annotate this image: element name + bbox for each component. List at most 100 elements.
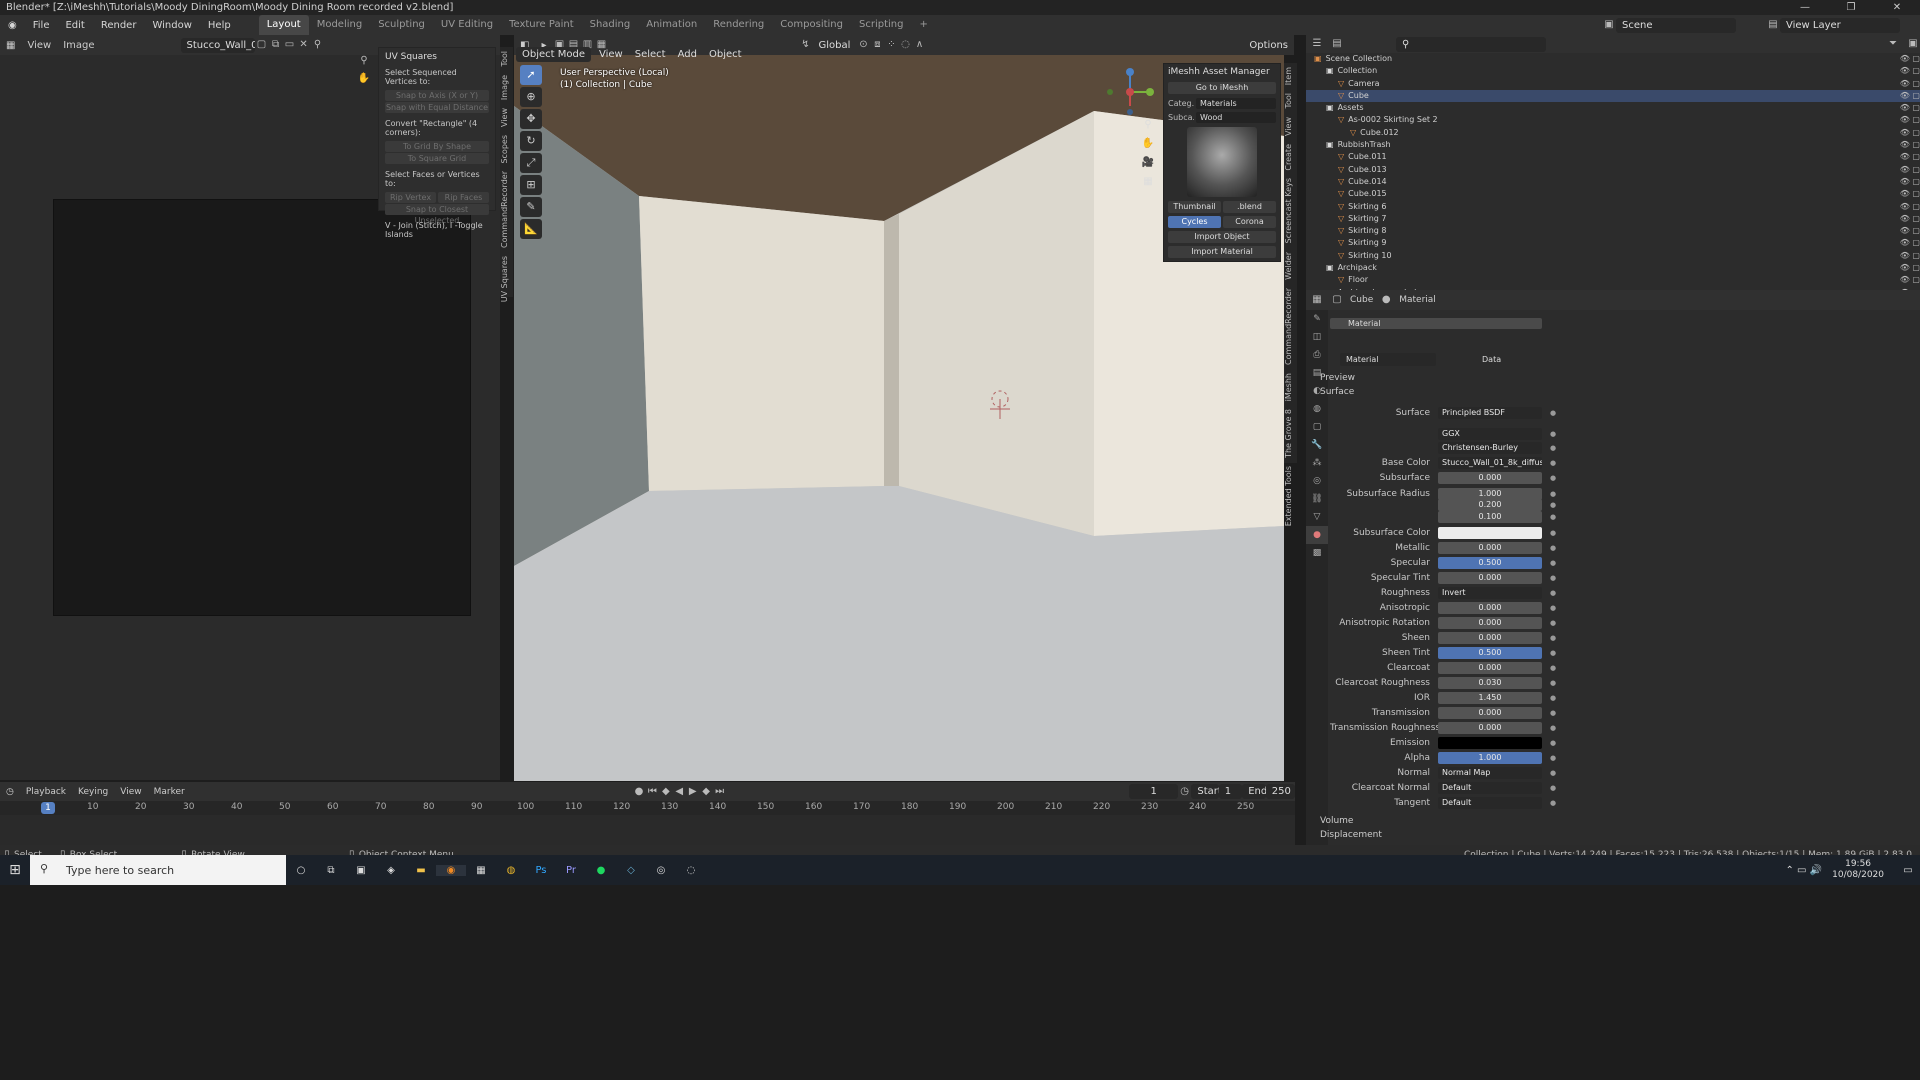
- property-value-field[interactable]: 0.000: [1438, 617, 1542, 629]
- visibility-eye-icon[interactable]: 👁 ▢: [1900, 164, 1920, 176]
- side-tab-imeshh[interactable]: iMeshh: [1284, 369, 1293, 405]
- object-mode-select[interactable]: Object Mode: [516, 47, 591, 62]
- close-icon[interactable]: ✕: [1874, 0, 1920, 15]
- falloff-icon[interactable]: ∧: [912, 38, 926, 52]
- playhead-frame[interactable]: 1: [41, 802, 55, 814]
- task-view-icon[interactable]: ⧉: [316, 865, 346, 876]
- next-key-icon[interactable]: ◆: [699, 785, 712, 799]
- timeline-menu-marker[interactable]: Marker: [148, 787, 191, 797]
- image-menu-view[interactable]: View: [21, 40, 57, 51]
- material-name-field[interactable]: Material: [1340, 353, 1436, 366]
- app-icon-2[interactable]: ◈: [376, 865, 406, 876]
- socket-dot-icon[interactable]: ●: [1548, 646, 1558, 660]
- app-icon-3[interactable]: ◇: [616, 865, 646, 876]
- outliner-row[interactable]: ▣ Collection 👁 ▢: [1306, 65, 1920, 77]
- property-value-field[interactable]: 0.500: [1438, 557, 1542, 569]
- outliner-editor-type-icon[interactable]: ☰: [1310, 37, 1324, 51]
- photoshop-icon[interactable]: Ps: [526, 865, 556, 876]
- navigation-gizmo[interactable]: [1104, 66, 1156, 122]
- modifier-tab-icon[interactable]: 🔧: [1306, 436, 1328, 454]
- side-tab-commandrecorder-vp[interactable]: CommandRecorder: [1284, 284, 1293, 369]
- outliner-row[interactable]: ▽ Floor 👁 ▢: [1306, 274, 1920, 286]
- material-tab-icon[interactable]: ●: [1306, 526, 1328, 544]
- outliner-row[interactable]: ▣ Assets 👁 ▢: [1306, 102, 1920, 114]
- property-value-field[interactable]: 0.000: [1438, 602, 1542, 614]
- visibility-eye-icon[interactable]: 👁 ▢: [1900, 139, 1920, 151]
- preview-range-icon[interactable]: ◷: [1178, 785, 1191, 799]
- premiere-icon[interactable]: Pr: [556, 865, 586, 876]
- current-frame-field[interactable]: 1: [1129, 784, 1178, 799]
- property-value-field[interactable]: 0.500: [1438, 647, 1542, 659]
- tab-corona[interactable]: Corona: [1223, 216, 1276, 228]
- start-frame-field[interactable]: 1: [1218, 784, 1243, 799]
- socket-dot-icon[interactable]: ●: [1548, 781, 1558, 795]
- tab-cycles[interactable]: Cycles: [1168, 216, 1221, 228]
- import-object-button[interactable]: Import Object: [1168, 231, 1276, 243]
- viewport-menu-view[interactable]: View: [595, 49, 627, 60]
- menu-edit[interactable]: Edit: [57, 20, 92, 31]
- workspace-tab-uv-editing[interactable]: UV Editing: [433, 15, 501, 35]
- zoom-view-icon[interactable]: ⚲: [1140, 117, 1156, 133]
- output-tab-icon[interactable]: ⎙: [1306, 346, 1328, 364]
- property-value-field[interactable]: 0.000: [1438, 722, 1542, 734]
- visibility-eye-icon[interactable]: 👁 ▢: [1900, 90, 1920, 102]
- workspace-tab-animation[interactable]: Animation: [638, 15, 705, 35]
- windows-start-icon[interactable]: ⊞: [0, 862, 30, 878]
- particles-tab-icon[interactable]: ⁂: [1306, 454, 1328, 472]
- outliner-row[interactable]: ▽ Camera 👁 ▢: [1306, 78, 1920, 90]
- import-material-button[interactable]: Import Material: [1168, 246, 1276, 258]
- data-tab-icon[interactable]: ▽: [1306, 508, 1328, 526]
- app-icon-5[interactable]: ◌: [676, 865, 706, 876]
- side-tab-commandrecorder[interactable]: CommandRecorder: [500, 167, 509, 252]
- visibility-eye-icon[interactable]: 👁 ▢: [1900, 201, 1920, 213]
- visibility-eye-icon[interactable]: 👁 ▢: [1900, 78, 1920, 90]
- outliner-row[interactable]: ▣ Scene Collection 👁 ▢: [1306, 53, 1920, 65]
- thumbnail-button[interactable]: Thumbnail: [1168, 201, 1221, 213]
- property-value-field[interactable]: 0.000: [1438, 472, 1542, 484]
- new-collection-icon[interactable]: ▣: [1906, 37, 1920, 51]
- proportional-edit-icon[interactable]: ◌: [898, 38, 912, 52]
- outliner-row[interactable]: ▽ Cube.011 👁 ▢: [1306, 151, 1920, 163]
- outliner-row[interactable]: ▽ Skirting 6 👁 ▢: [1306, 201, 1920, 213]
- properties-editor-type-icon[interactable]: ▦: [1310, 293, 1324, 307]
- socket-dot-icon[interactable]: ●: [1548, 510, 1558, 524]
- socket-dot-icon[interactable]: ●: [1548, 427, 1558, 441]
- property-value-field[interactable]: Principled BSDF: [1438, 407, 1542, 419]
- constraints-tab-icon[interactable]: ⛓: [1306, 490, 1328, 508]
- property-value-field[interactable]: 0.000: [1438, 662, 1542, 674]
- socket-dot-icon[interactable]: ●: [1548, 751, 1558, 765]
- workspace-tab-rendering[interactable]: Rendering: [705, 15, 772, 35]
- side-tab-extended-tools[interactable]: Extended Tools: [1284, 462, 1293, 530]
- preview-panel-header[interactable]: Preview: [1320, 373, 1355, 383]
- visibility-eye-icon[interactable]: 👁 ▢: [1900, 65, 1920, 77]
- socket-dot-icon[interactable]: ●: [1548, 676, 1558, 690]
- visibility-eye-icon[interactable]: 👁 ▢: [1900, 151, 1920, 163]
- app-icon-4[interactable]: ◎: [646, 865, 676, 876]
- socket-dot-icon[interactable]: ●: [1548, 721, 1558, 735]
- snap-closest-unselected-button[interactable]: Snap to Closest Unselected: [385, 204, 489, 225]
- go-to-imeshh-button[interactable]: Go to iMeshh: [1168, 82, 1276, 94]
- workspace-tab-sculpting[interactable]: Sculpting: [370, 15, 433, 35]
- property-value-field[interactable]: Default: [1438, 797, 1542, 809]
- outliner-row[interactable]: ▣ RubbishTrash 👁 ▢: [1306, 139, 1920, 151]
- side-tab-uv-squares[interactable]: UV Squares: [500, 252, 509, 306]
- outliner-search-input[interactable]: ⚲: [1396, 36, 1546, 52]
- timeline-menu-view[interactable]: View: [114, 787, 147, 797]
- move-tool-icon[interactable]: ✥: [520, 109, 542, 129]
- outliner-row[interactable]: ▽ Cube.015 👁 ▢: [1306, 188, 1920, 200]
- visibility-eye-icon[interactable]: 👁 ▢: [1900, 262, 1920, 274]
- side-tab-screencast[interactable]: Screencast Keys: [1284, 174, 1293, 247]
- workspace-tab-layout[interactable]: Layout: [258, 15, 309, 35]
- socket-dot-icon[interactable]: ●: [1548, 541, 1558, 555]
- visibility-eye-icon[interactable]: 👁 ▢: [1900, 188, 1920, 200]
- end-frame-field[interactable]: 250: [1265, 784, 1296, 799]
- menu-file[interactable]: File: [25, 20, 58, 31]
- property-value-field[interactable]: 0.000: [1438, 572, 1542, 584]
- image-open-icon[interactable]: ▭: [283, 38, 297, 52]
- side-tab-scopes[interactable]: Scopes: [500, 131, 509, 168]
- play-reverse-icon[interactable]: ◀: [673, 785, 686, 799]
- socket-dot-icon[interactable]: ●: [1548, 796, 1558, 810]
- property-value-field[interactable]: Default: [1438, 782, 1542, 794]
- material-link-select[interactable]: Data: [1482, 353, 1522, 366]
- chrome-icon[interactable]: ◍: [496, 865, 526, 876]
